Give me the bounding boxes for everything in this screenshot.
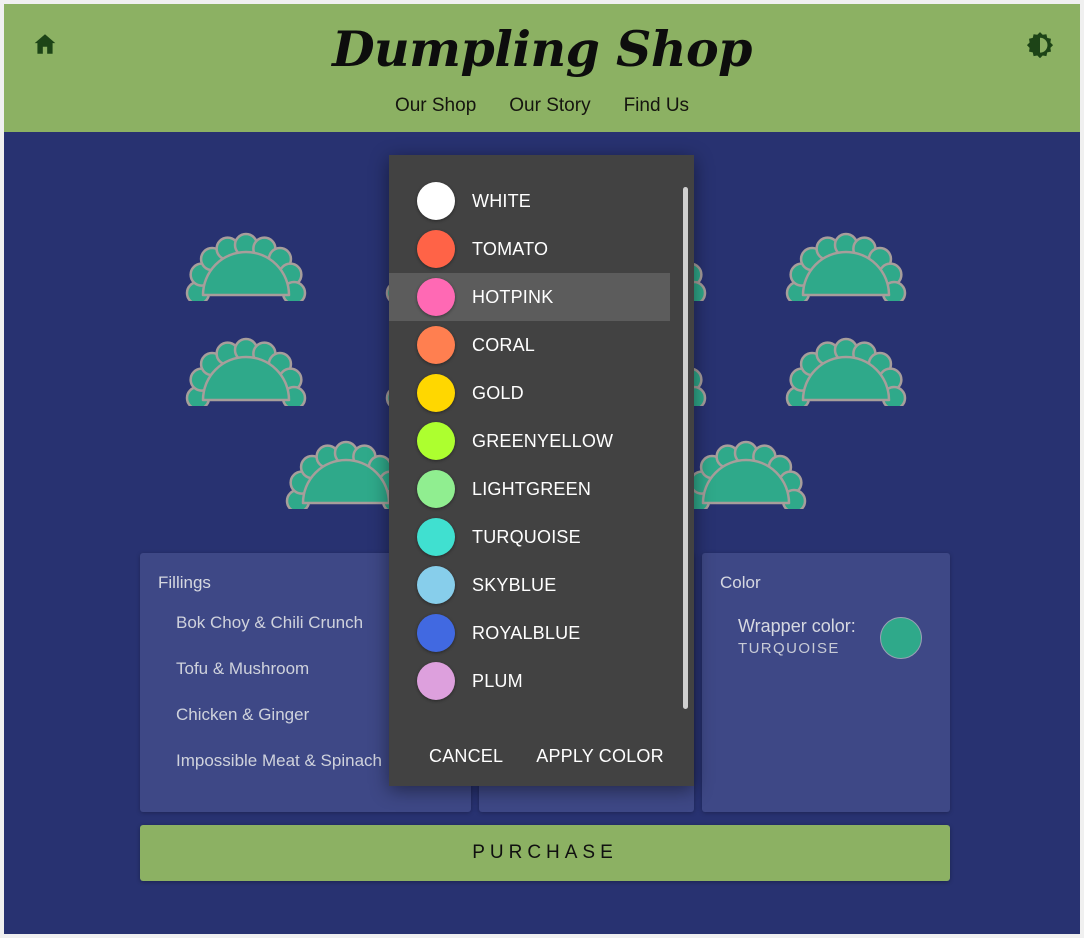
color-option-label: TOMATO (472, 238, 549, 259)
nav-item-our-story[interactable]: Our Story (509, 95, 590, 117)
dumpling-icon (784, 229, 908, 306)
app-root: Dumpling Shop Our Shop Our Story Find Us… (4, 4, 1080, 934)
modal-scrollbar-track (683, 187, 688, 709)
color-option-lightgreen[interactable]: LIGHTGREEN (389, 465, 670, 513)
color-option-plum[interactable]: PLUM (389, 657, 670, 705)
color-option-skyblue[interactable]: SKYBLUE (389, 561, 670, 609)
cancel-button[interactable]: CANCEL (429, 742, 503, 771)
apply-color-button[interactable]: APPLY COLOR (536, 742, 664, 771)
color-option-list[interactable]: WHITE TOMATO HOTPINK CORAL GOLD GREENYELLOW LI… (389, 177, 694, 712)
dumpling-icon (784, 334, 908, 411)
color-swatch-icon (417, 518, 455, 556)
color-picker-dialog: WHITE TOMATO HOTPINK CORAL GOLD GREENYELLOW LI… (389, 155, 694, 786)
color-option-label: GREENYELLOW (472, 430, 614, 451)
dumpling-icon (684, 437, 808, 514)
nav-item-our-shop[interactable]: Our Shop (395, 95, 476, 117)
wrapper-color-text: Wrapper color: TURQUOISE (738, 613, 856, 657)
dumpling-icon (184, 334, 308, 411)
color-swatch-icon (417, 614, 455, 652)
color-option-label: TURQUOISE (472, 526, 581, 547)
color-option-label: HOTPINK (472, 286, 554, 307)
color-option-gold[interactable]: GOLD (389, 369, 670, 417)
site-header: Dumpling Shop Our Shop Our Story Find Us (4, 4, 1080, 132)
dialog-actions: CANCEL APPLY COLOR (389, 742, 694, 771)
color-option-coral[interactable]: CORAL (389, 321, 670, 369)
color-swatch-icon (417, 278, 455, 316)
main-nav: Our Shop Our Story Find Us (4, 95, 1080, 117)
color-option-label: SKYBLUE (472, 574, 557, 595)
brightness-icon[interactable] (1025, 29, 1055, 59)
page-title: Dumpling Shop (332, 20, 752, 78)
color-option-white[interactable]: WHITE (389, 177, 670, 225)
color-swatch-icon (417, 422, 455, 460)
color-swatch-icon (417, 326, 455, 364)
modal-scrollbar-thumb[interactable] (683, 187, 688, 709)
color-option-turquoise[interactable]: TURQUOISE (389, 513, 670, 561)
color-swatch-icon (417, 662, 455, 700)
color-option-hotpink[interactable]: HOTPINK (389, 273, 670, 321)
color-option-label: CORAL (472, 334, 536, 355)
color-option-royalblue[interactable]: ROYALBLUE (389, 609, 670, 657)
wrapper-color-swatch[interactable] (880, 617, 922, 659)
color-option-label: ROYALBLUE (472, 622, 581, 643)
wrapper-color-label: Wrapper color: (738, 616, 856, 636)
color-option-tomato[interactable]: TOMATO (389, 225, 670, 273)
color-swatch-icon (417, 230, 455, 268)
wrapper-color-value: TURQUOISE (738, 640, 840, 657)
nav-item-find-us[interactable]: Find Us (624, 95, 689, 117)
dumpling-icon (184, 229, 308, 306)
color-option-label: WHITE (472, 190, 531, 211)
color-swatch-icon (417, 182, 455, 220)
purchase-button[interactable]: PURCHASE (140, 825, 950, 881)
card-title-color: Color (720, 573, 761, 592)
color-option-greenyellow[interactable]: GREENYELLOW (389, 417, 670, 465)
color-option-label: GOLD (472, 382, 524, 403)
color-option-label: LIGHTGREEN (472, 478, 592, 499)
color-swatch-icon (417, 374, 455, 412)
wrapper-color-row: Wrapper color: TURQUOISE (720, 613, 932, 659)
color-swatch-icon (417, 566, 455, 604)
color-swatch-icon (417, 470, 455, 508)
color-option-label: PLUM (472, 670, 523, 691)
card-color: Color Wrapper color: TURQUOISE (702, 553, 950, 812)
